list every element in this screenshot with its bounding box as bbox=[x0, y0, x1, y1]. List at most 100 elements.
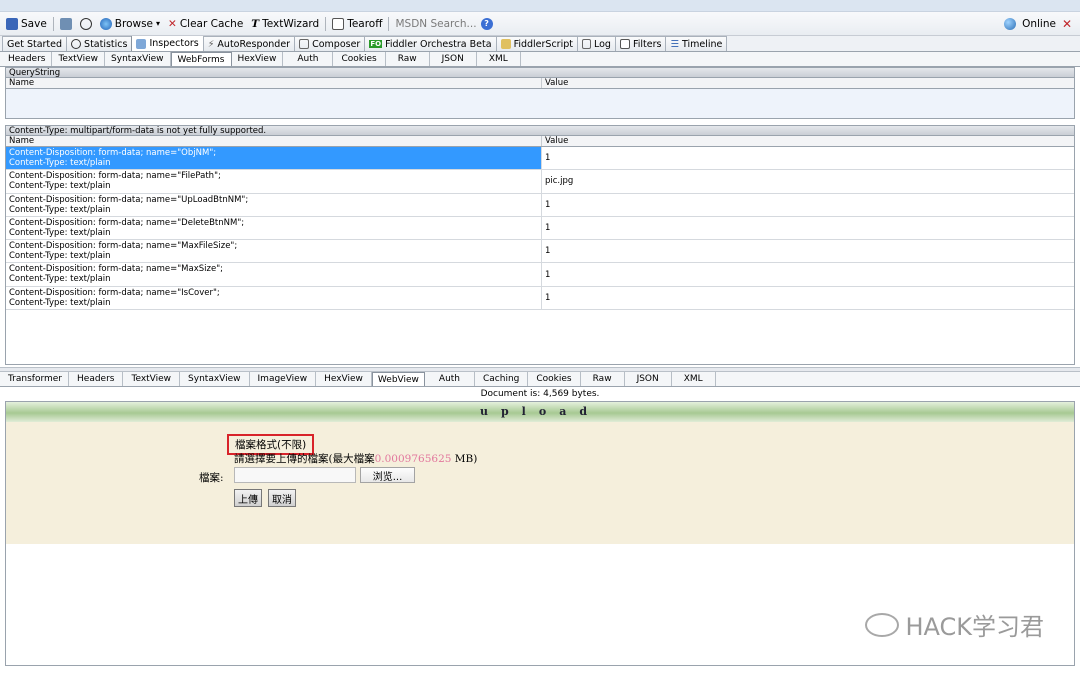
row-value-cell: 1 bbox=[545, 199, 551, 210]
tab-autoresponder[interactable]: ⚡ AutoResponder bbox=[202, 36, 296, 51]
watermark: HACK学习君 bbox=[865, 607, 1044, 642]
tab-get-started[interactable]: Get Started bbox=[2, 36, 68, 51]
timer-button[interactable] bbox=[76, 14, 96, 34]
clear-cache-button[interactable]: ✕ Clear Cache bbox=[164, 14, 247, 34]
formdata-grid[interactable]: Name Value Content-Disposition: form-dat… bbox=[5, 135, 1075, 366]
tearoff-icon bbox=[332, 17, 345, 30]
tab-log[interactable]: Log bbox=[576, 36, 616, 51]
tab-fiddlerscript[interactable]: FiddlerScript bbox=[495, 36, 578, 51]
row-name-cell: Content-Disposition: form-data; name="De… bbox=[6, 216, 542, 240]
main-toolbar: Save Browse ▾ ✕ Clear Cache T TextWizard… bbox=[0, 12, 1080, 36]
resp-tab-textview[interactable]: TextView bbox=[123, 372, 181, 387]
tab-inspectors[interactable]: Inspectors bbox=[131, 35, 204, 51]
lightning-icon: ⚡ bbox=[207, 38, 215, 50]
table-row[interactable]: Content-Disposition: form-data; name="Is… bbox=[6, 286, 1074, 311]
msdn-search-input[interactable]: MSDN Search... bbox=[391, 18, 480, 30]
resp-tab-headers[interactable]: Headers bbox=[69, 372, 124, 387]
table-row[interactable]: Content-Disposition: form-data; name="De… bbox=[6, 216, 1074, 241]
row-name-cell: Content-Disposition: form-data; name="Ob… bbox=[6, 147, 542, 170]
req-tab-raw[interactable]: Raw bbox=[386, 52, 430, 66]
resp-tab-webview[interactable]: WebView bbox=[371, 372, 425, 387]
orchestra-icon: FO bbox=[369, 40, 383, 48]
table-row[interactable]: Content-Disposition: form-data; name="Fi… bbox=[6, 170, 1074, 194]
table-row[interactable]: Content-Disposition: form-data; name="Ob… bbox=[6, 147, 1074, 171]
resp-tab-xml[interactable]: XML bbox=[672, 372, 716, 387]
upload-button[interactable]: 上傳 bbox=[234, 489, 262, 508]
tab-filters[interactable]: Filters bbox=[614, 36, 667, 51]
req-tab-headers[interactable]: Headers bbox=[2, 52, 53, 66]
req-tab-webforms[interactable]: WebForms bbox=[170, 52, 232, 66]
close-icon[interactable]: ✕ bbox=[1062, 17, 1072, 31]
document-size-label: Document is: 4,569 bytes. bbox=[480, 389, 600, 400]
tab-composer[interactable]: Composer bbox=[294, 36, 366, 51]
tab-timeline[interactable]: ☰ Timeline bbox=[665, 36, 728, 51]
resp-tab-hexview[interactable]: HexView bbox=[316, 372, 372, 387]
request-inspector-tabs: Headers TextView SyntaxView WebForms Hex… bbox=[0, 52, 1080, 67]
ie-icon bbox=[99, 17, 112, 30]
row-value-cell: 1 bbox=[545, 292, 551, 303]
resp-tab-caching[interactable]: Caching bbox=[475, 372, 529, 387]
table-row[interactable]: Content-Disposition: form-data; name="Up… bbox=[6, 193, 1074, 217]
cancel-button[interactable]: 取消 bbox=[268, 489, 296, 508]
text-wizard-icon: T bbox=[251, 17, 260, 30]
main-tab-strip: Get Started Statistics Inspectors ⚡ AutoR… bbox=[0, 35, 1080, 52]
file-path-input[interactable] bbox=[234, 467, 356, 484]
save-button[interactable]: Save bbox=[2, 14, 51, 34]
dropdown-arrow-icon[interactable]: ▾ bbox=[156, 19, 160, 28]
resp-tab-cookies[interactable]: Cookies bbox=[528, 372, 581, 387]
resp-tab-auth[interactable]: Auth bbox=[425, 372, 475, 387]
browse-file-button[interactable]: 浏览... bbox=[360, 467, 415, 484]
row-name-cell: Content-Disposition: form-data; name="Fi… bbox=[6, 170, 542, 193]
resp-tab-imageview[interactable]: ImageView bbox=[250, 372, 317, 387]
column-header-name[interactable]: Name bbox=[6, 136, 542, 146]
text-wizard-button[interactable]: T TextWizard bbox=[247, 14, 323, 34]
composer-icon bbox=[299, 39, 310, 49]
timeline-icon: ☰ bbox=[670, 38, 679, 50]
save-icon bbox=[6, 17, 18, 30]
resp-tab-json[interactable]: JSON bbox=[625, 372, 672, 387]
online-status[interactable]: Online ✕ bbox=[1004, 12, 1072, 36]
grid-header-row: Name Value bbox=[6, 136, 1074, 147]
grid-header-row: Name Value bbox=[6, 78, 1074, 89]
querystring-grid[interactable]: Name Value bbox=[5, 77, 1075, 119]
formdata-header: Content-Type: multipart/form-data is not… bbox=[5, 125, 1075, 136]
resp-tab-transformer[interactable]: Transformer bbox=[2, 372, 70, 387]
req-tab-auth[interactable]: Auth bbox=[283, 52, 334, 66]
resp-tab-raw[interactable]: Raw bbox=[581, 372, 625, 387]
file-field-label: 檔案: bbox=[199, 472, 224, 485]
resp-tab-syntaxview[interactable]: SyntaxView bbox=[180, 372, 250, 387]
row-value-cell: 1 bbox=[545, 246, 551, 257]
help-icon[interactable]: ? bbox=[480, 17, 493, 30]
querystring-empty-body bbox=[6, 89, 1074, 118]
stopwatch-icon bbox=[71, 39, 82, 49]
table-row[interactable]: Content-Disposition: form-data; name="Ma… bbox=[6, 263, 1074, 287]
req-tab-json[interactable]: JSON bbox=[430, 52, 477, 66]
magnifier-icon bbox=[136, 38, 147, 49]
row-value-cell: 1 bbox=[545, 269, 551, 280]
table-row[interactable]: Content-Disposition: form-data; name="Ma… bbox=[6, 240, 1074, 264]
row-name-cell: Content-Disposition: form-data; name="Ma… bbox=[6, 263, 542, 286]
req-tab-textview[interactable]: TextView bbox=[52, 52, 106, 66]
tab-statistics[interactable]: Statistics bbox=[66, 36, 133, 51]
upload-instruction: 請選擇要上傳的檔案(最大檔案0.0009765625 MB) bbox=[234, 453, 478, 466]
req-tab-hexview[interactable]: HexView bbox=[232, 52, 284, 66]
column-header-value[interactable]: Value bbox=[542, 78, 1074, 88]
webview-panel: upload 檔案格式(不限) 請選擇要上傳的檔案(最大檔案0.00097656… bbox=[5, 401, 1075, 667]
row-name-cell: Content-Disposition: form-data; name="Ma… bbox=[6, 240, 542, 263]
req-tab-syntaxview[interactable]: SyntaxView bbox=[105, 52, 171, 66]
wechat-icon bbox=[865, 612, 900, 637]
row-value-cell: 1 bbox=[545, 153, 551, 164]
tearoff-button[interactable]: Tearoff bbox=[328, 14, 386, 34]
req-tab-xml[interactable]: XML bbox=[477, 52, 521, 66]
screenshot-button[interactable] bbox=[56, 14, 76, 34]
upload-form-area: 檔案格式(不限) 請選擇要上傳的檔案(最大檔案0.0009765625 MB) … bbox=[6, 422, 1074, 545]
row-name-cell: Content-Disposition: form-data; name="Is… bbox=[6, 286, 542, 310]
globe-icon bbox=[1004, 18, 1017, 30]
tab-fiddler-orchestra[interactable]: FO Fiddler Orchestra Beta bbox=[364, 36, 497, 51]
filters-checkbox-icon bbox=[619, 39, 630, 49]
column-header-name[interactable]: Name bbox=[6, 78, 542, 88]
camera-icon bbox=[59, 17, 72, 30]
req-tab-cookies[interactable]: Cookies bbox=[333, 52, 386, 66]
browse-button[interactable]: Browse ▾ bbox=[96, 14, 164, 34]
column-header-value[interactable]: Value bbox=[542, 136, 1074, 146]
